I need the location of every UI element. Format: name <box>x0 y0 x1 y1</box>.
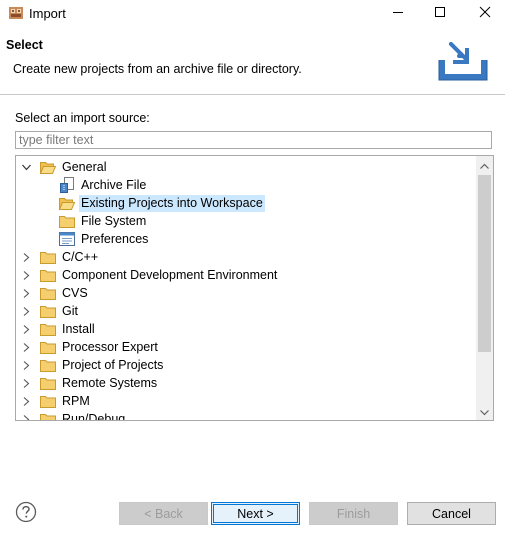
title-bar: Import <box>0 0 505 27</box>
chevron-down-icon[interactable] <box>20 158 32 176</box>
tree-item[interactable]: General <box>20 158 108 176</box>
tree-item[interactable]: RPM <box>20 392 92 410</box>
chevron-right-icon[interactable] <box>20 374 32 392</box>
archive-file-icon <box>59 177 75 193</box>
folder-icon <box>40 393 56 409</box>
minimize-button[interactable] <box>378 0 418 27</box>
filter-input[interactable] <box>15 131 492 149</box>
chevron-right-icon[interactable] <box>20 320 32 338</box>
import-source-label: Select an import source: <box>15 111 150 125</box>
tree-item-label: Component Development Environment <box>62 267 278 282</box>
page-description: Create new projects from an archive file… <box>13 62 302 76</box>
help-button[interactable] <box>15 501 37 523</box>
tree-item-label: Preferences <box>81 231 149 246</box>
tree-item-label: Existing Projects into Workspace <box>79 194 265 212</box>
tree-item-label: Remote Systems <box>62 375 158 390</box>
tree-item-label: CVS <box>62 285 88 300</box>
folder-icon <box>40 375 56 391</box>
folder-open-icon <box>59 195 75 211</box>
tree-item-label: Git <box>62 303 78 318</box>
tree-item-label: Install <box>62 321 95 336</box>
tree-item[interactable]: Git <box>20 302 80 320</box>
tree-item[interactable]: CVS <box>20 284 90 302</box>
maximize-button[interactable] <box>420 0 460 27</box>
chevron-right-icon[interactable] <box>20 338 32 356</box>
tree-item-label: RPM <box>62 393 90 408</box>
close-icon <box>479 6 491 21</box>
tree-item[interactable]: File System <box>39 212 148 230</box>
chevron-right-icon[interactable] <box>20 284 32 302</box>
chevron-up-icon <box>480 158 489 172</box>
tree-item-label: File System <box>81 213 147 228</box>
folder-icon <box>40 357 56 373</box>
tree-item[interactable]: Processor Expert <box>20 338 160 356</box>
chevron-right-icon[interactable] <box>20 356 32 374</box>
folder-icon <box>40 285 56 301</box>
tree-item[interactable]: Existing Projects into Workspace <box>39 194 265 212</box>
folder-icon <box>59 213 75 229</box>
tree-item[interactable]: Install <box>20 320 97 338</box>
scroll-down-button[interactable] <box>476 403 493 420</box>
minimize-icon <box>392 6 404 21</box>
chevron-right-icon[interactable] <box>20 392 32 410</box>
help-icon <box>15 501 37 526</box>
wizard-banner: Select Create new projects from an archi… <box>0 27 505 95</box>
chevron-right-icon[interactable] <box>20 410 32 420</box>
close-button[interactable] <box>465 0 505 27</box>
chevron-right-icon[interactable] <box>20 266 32 284</box>
tree-item-label: Run/Debug <box>62 411 126 421</box>
scroll-up-button[interactable] <box>476 156 493 173</box>
tree-item[interactable]: Remote Systems <box>20 374 159 392</box>
cancel-button[interactable]: Cancel <box>407 502 496 525</box>
page-title: Select <box>6 38 43 52</box>
folder-icon <box>40 267 56 283</box>
import-source-tree[interactable]: General Archive File Existing Projects int… <box>15 155 494 421</box>
folder-icon <box>40 339 56 355</box>
import-wizard-icon <box>437 42 489 82</box>
tree-item-label: General <box>62 159 107 174</box>
tree-item[interactable]: Archive File <box>39 176 148 194</box>
chevron-right-icon[interactable] <box>20 302 32 320</box>
folder-icon <box>40 303 56 319</box>
tree-item[interactable]: C/C++ <box>20 248 100 266</box>
next-button[interactable]: Next > <box>211 502 300 525</box>
eclipse-app-icon <box>8 5 24 21</box>
tree-item-label: Processor Expert <box>62 339 158 354</box>
folder-icon <box>40 321 56 337</box>
scroll-thumb[interactable] <box>478 175 491 352</box>
folder-icon <box>40 411 56 420</box>
tree-item[interactable]: Run/Debug <box>20 410 127 421</box>
vertical-scrollbar[interactable] <box>476 156 493 420</box>
chevron-right-icon[interactable] <box>20 248 32 266</box>
folder-icon <box>40 249 56 265</box>
maximize-icon <box>434 6 446 21</box>
tree-item-label: Archive File <box>81 177 147 192</box>
folder-open-icon <box>40 159 56 175</box>
window-title: Import <box>29 6 66 21</box>
tree-item-label: C/C++ <box>62 249 99 264</box>
tree-item[interactable]: Component Development Environment <box>20 266 279 284</box>
tree-item[interactable]: Project of Projects <box>20 356 165 374</box>
tree-item[interactable]: Preferences <box>39 230 150 248</box>
back-button[interactable]: < Back <box>119 502 208 525</box>
finish-button[interactable]: Finish <box>309 502 398 525</box>
preferences-icon <box>59 231 75 247</box>
chevron-down-icon <box>480 405 489 419</box>
tree-item-label: Project of Projects <box>62 357 164 372</box>
